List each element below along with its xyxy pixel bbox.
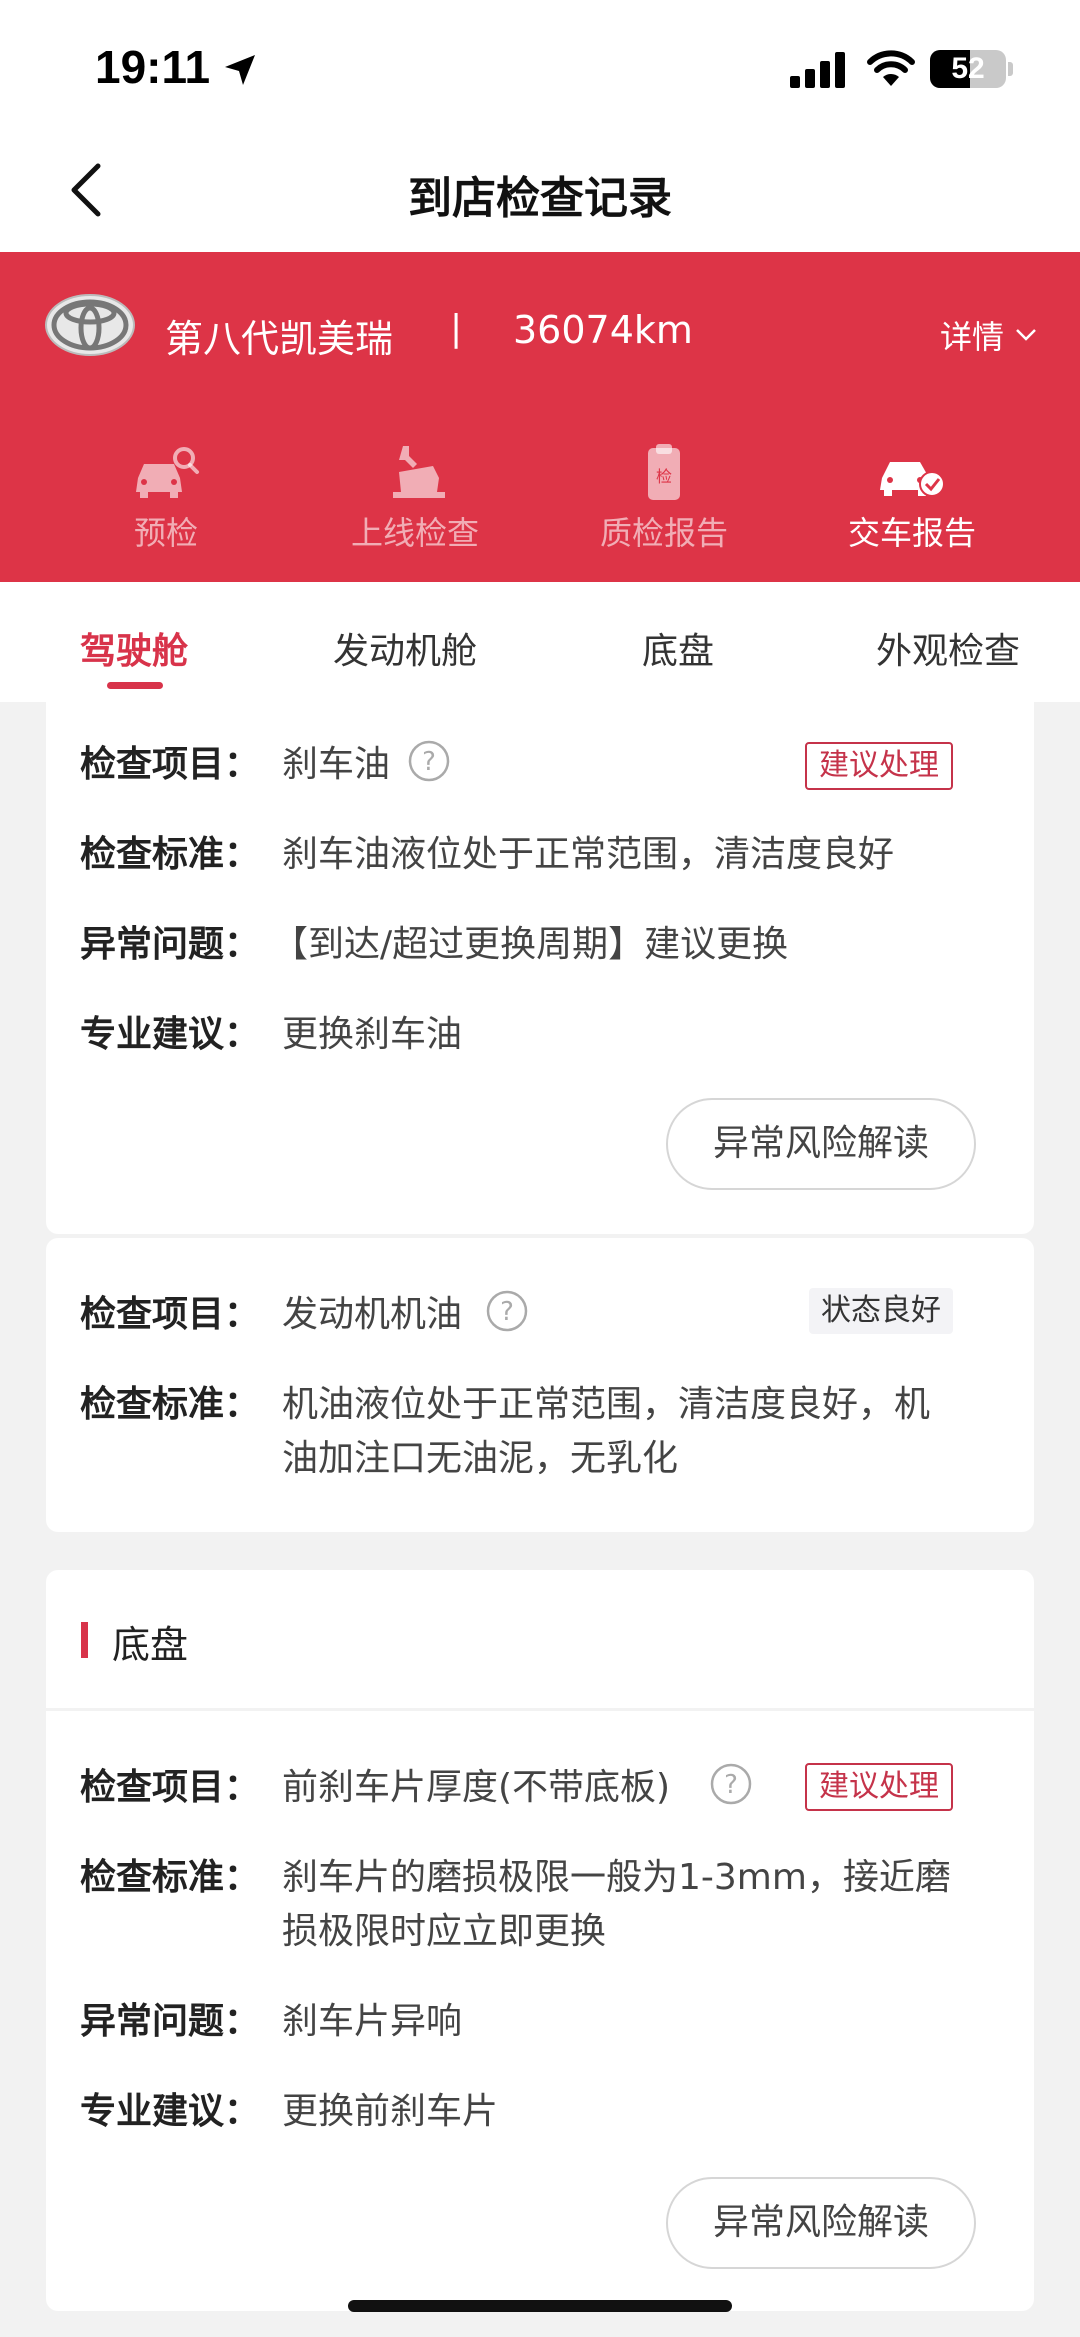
battery-icon: 52 [930,50,1006,88]
tab-engine-bay[interactable]: 发动机舱 [333,622,477,674]
standard-value-line2: 损极限时应立即更换 [282,1911,607,1952]
section-accent-bar [81,1622,88,1658]
detail-link[interactable]: 详情 [940,312,1004,358]
status-badge: 建议处理 [805,1763,953,1811]
location-arrow-icon [225,55,255,85]
standard-value: 刹车油液位处于正常范围，清洁度良好 [282,834,895,875]
vehicle-separator: | [450,308,463,349]
standard-value-line2: 油加注口无油泥，无乳化 [282,1438,679,1479]
svg-text:?: ? [724,1770,738,1800]
svg-text:?: ? [422,747,436,777]
issue-label: 异常问题： [80,924,261,965]
advice-label: 专业建议： [80,2091,261,2132]
standard-label: 检查标准： [80,1857,261,1898]
item-label: 检查项目： [80,1767,261,1808]
func-quality-report[interactable]: 检 质检报告 [564,442,764,554]
inspection-card: 检查项目： 发动机机油 ? 状态良好 检查标准： 机油液位处于正常范围，清洁度良… [46,1238,1034,1532]
section-title: 底盘 [112,1623,189,1667]
inspection-card: 检查项目： 前刹车片厚度(不带底板) ? 建议处理 检查标准： 刹车片的磨损极限… [46,1711,1034,2311]
nav-bar: 到店检查记录 [0,130,1080,252]
help-question-icon[interactable]: ? [710,1763,752,1805]
func-precheck[interactable]: 预检 [66,442,266,554]
issue-label: 异常问题： [80,2001,261,2042]
tab-chassis[interactable]: 底盘 [642,622,714,674]
car-check-icon [880,462,945,497]
vehicle-mileage: 36074km [513,308,693,352]
item-label: 检查项目： [80,744,261,785]
standard-label: 检查标准： [80,834,261,875]
toyota-logo-icon [45,294,135,356]
func-lift-check[interactable]: 上线检查 [315,442,515,554]
tab-active-indicator [107,682,163,689]
item-value: 前刹车片厚度(不带底板) [282,1767,671,1808]
vehicle-model: 第八代凯美瑞 [165,317,394,361]
chevron-down-icon[interactable] [1015,328,1037,342]
clipboard-check-icon: 检 [648,444,680,500]
func-label: 预检 [133,514,198,552]
issue-value: 【到达/超过更换周期】建议更换 [272,924,789,965]
car-search-icon [136,447,199,498]
svg-text:?: ? [500,1297,514,1327]
tab-exterior[interactable]: 外观检查 [876,622,1020,674]
issue-value: 刹车片异响 [282,2001,463,2042]
risk-explain-button[interactable]: 异常风险解读 [666,2177,976,2269]
advice-value: 更换前刹车片 [282,2091,499,2132]
vehicle-banner: 第八代凯美瑞 | 36074km 详情 预检 上线检查 检 质检报告 交车报告 [0,252,1080,582]
svg-text:检: 检 [656,467,672,486]
tab-cockpit[interactable]: 驾驶舱 [80,622,188,674]
standard-label: 检查标准： [80,1384,261,1425]
lift-wrench-icon [393,446,445,498]
status-badge: 状态良好 [809,1288,953,1334]
risk-explain-button[interactable]: 异常风险解读 [666,1098,976,1190]
standard-value-line1: 刹车片的磨损极限一般为1-3mm，接近磨 [282,1857,951,1898]
inspection-card: 检查项目： 刹车油 ? 建议处理 检查标准： 刹车油液位处于正常范围，清洁度良好… [46,702,1034,1234]
category-tabs: 驾驶舱 发动机舱 底盘 外观检查 [0,582,1080,702]
func-delivery-report[interactable]: 交车报告 [812,442,1012,554]
status-time: 19:11 [95,41,211,93]
item-value: 发动机机油 [282,1294,463,1335]
item-label: 检查项目： [80,1294,261,1335]
advice-label: 专业建议： [80,1014,261,1055]
page-title: 到店检查记录 [408,173,672,224]
cellular-signal-icon [790,52,845,88]
help-question-icon[interactable]: ? [408,740,450,782]
item-value: 刹车油 [282,744,391,785]
battery-level: 52 [951,52,985,85]
wifi-icon [867,50,915,86]
home-indicator[interactable] [348,2300,732,2312]
help-question-icon[interactable]: ? [486,1290,528,1332]
section-header-chassis: 底盘 [46,1570,1034,1708]
func-label: 上线检查 [350,514,479,552]
status-badge: 建议处理 [805,742,953,790]
advice-value: 更换刹车油 [282,1014,463,1055]
func-label: 交车报告 [847,514,976,552]
standard-value-line1: 机油液位处于正常范围，清洁度良好，机 [282,1384,931,1425]
status-bar: 19:11 52 [0,0,1080,130]
func-label: 质检报告 [599,514,728,552]
